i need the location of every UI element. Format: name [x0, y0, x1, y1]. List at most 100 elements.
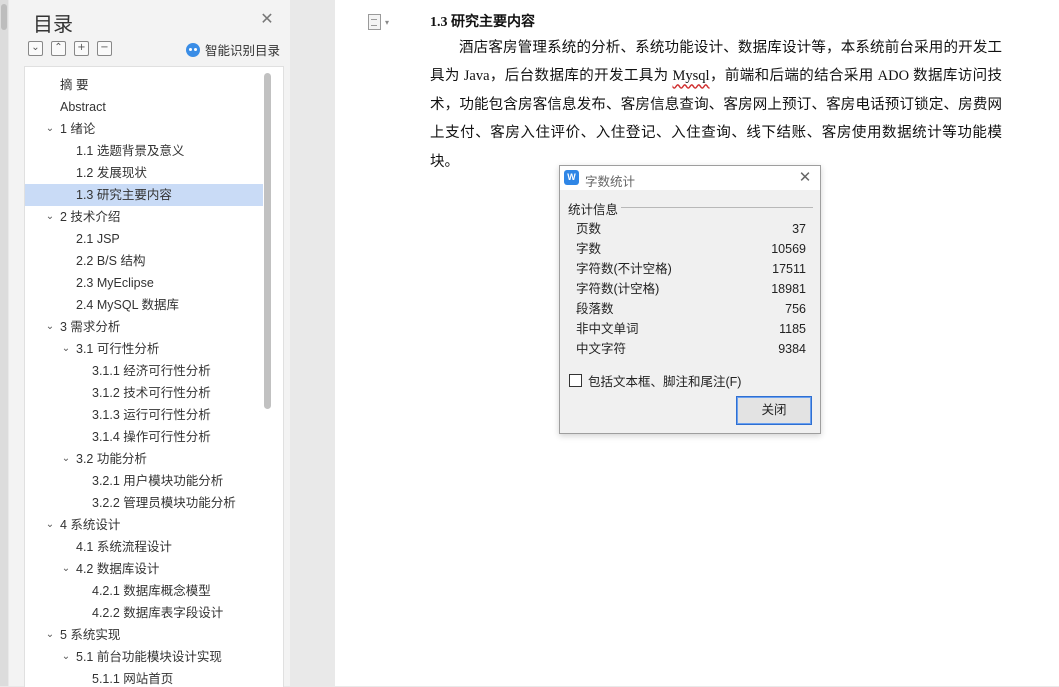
toc-item-label: 2.1 JSP — [76, 232, 120, 246]
toc-item[interactable]: ⌄ 3.2 功能分析 — [25, 448, 263, 470]
stat-value: 37 — [792, 222, 806, 236]
dropdown-arrow-icon: ▾ — [385, 17, 390, 27]
add-icon[interactable]: + — [74, 41, 89, 56]
toc-item[interactable]: 1.3 研究主要内容 — [25, 184, 263, 206]
toc-item[interactable]: ⌄ 4.2 数据库设计 — [25, 558, 263, 580]
toc-item-label: 3.2.2 管理员模块功能分析 — [92, 496, 236, 510]
toc-item-label: 3 需求分析 — [60, 320, 121, 334]
stat-row: 段落数 756 — [576, 299, 806, 319]
dialog-title: 字数统计 — [585, 175, 636, 189]
chevron-down-icon[interactable]: ⌄ — [60, 338, 72, 360]
toc-toolbar: ⌄ ⌃ + − — [28, 41, 112, 57]
checkbox-box[interactable] — [569, 374, 582, 387]
toc-item[interactable]: 3.1.2 技术可行性分析 — [25, 382, 263, 404]
toc-item[interactable]: 4.2.1 数据库概念模型 — [25, 580, 263, 602]
toc-item-label: 2.2 B/S 结构 — [76, 254, 146, 268]
toc-item[interactable]: 4.2.2 数据库表字段设计 — [25, 602, 263, 624]
stat-label: 段落数 — [576, 302, 614, 316]
toc-item-label: Abstract — [60, 100, 106, 114]
toc-title: 目录 — [33, 12, 73, 36]
toc-item[interactable]: 摘 要 — [25, 74, 263, 96]
left-edge-scrollbar[interactable] — [0, 0, 8, 686]
stat-row: 中文字符 9384 — [576, 339, 806, 359]
toc-item-label: 4.1 系统流程设计 — [76, 540, 172, 554]
section-heading: 1.3 研究主要内容 — [430, 15, 535, 30]
stat-value: 9384 — [778, 342, 806, 356]
toc-item-label: 1.2 发展现状 — [76, 166, 147, 180]
chevron-down-icon[interactable]: ⌄ — [44, 206, 56, 228]
stat-value: 1185 — [779, 322, 806, 336]
toc-item[interactable]: ⌄ 2 技术介绍 — [25, 206, 263, 228]
chevron-down-icon[interactable]: ⌄ — [44, 118, 56, 140]
chevron-down-icon[interactable]: ⌄ — [44, 624, 56, 646]
toc-item-label: 3.1.2 技术可行性分析 — [92, 386, 211, 400]
toc-item[interactable]: 3.1.1 经济可行性分析 — [25, 360, 263, 382]
toc-item[interactable]: 2.2 B/S 结构 — [25, 250, 263, 272]
toc-item[interactable]: ⌄ 3.1 可行性分析 — [25, 338, 263, 360]
paragraph-menu-button[interactable]: ▾ — [368, 14, 389, 30]
stat-row: 页数 37 — [576, 219, 806, 239]
toc-item[interactable]: ⌄ 4 系统设计 — [25, 514, 263, 536]
toc-item-label: 4 系统设计 — [60, 518, 121, 532]
checkbox-label: 包括文本框、脚注和尾注(F) — [588, 375, 742, 389]
close-button[interactable]: 关闭 — [736, 396, 812, 425]
toc-item[interactable]: 1.2 发展现状 — [25, 162, 263, 184]
stat-value: 10569 — [771, 242, 806, 256]
chevron-down-icon[interactable]: ⌄ — [60, 646, 72, 668]
toc-item[interactable]: 3.2.1 用户模块功能分析 — [25, 470, 263, 492]
wps-writer-icon: W — [564, 170, 579, 185]
toc-item[interactable]: 3.1.4 操作可行性分析 — [25, 426, 263, 448]
spellcheck-word[interactable]: Mysql — [673, 68, 710, 84]
smart-toc-label: 智能识别目录 — [205, 44, 281, 58]
toc-item[interactable]: ⌄ 1 绪论 — [25, 118, 263, 140]
stat-label: 字符数(计空格) — [576, 282, 660, 296]
toc-item-label: 摘 要 — [60, 78, 89, 92]
stat-label: 页数 — [576, 222, 602, 236]
toc-scrollbar-thumb[interactable] — [264, 73, 271, 409]
toc-item-label: 5.1 前台功能模块设计实现 — [76, 650, 222, 664]
stat-row: 字符数(计空格) 18981 — [576, 279, 806, 299]
stat-value: 17511 — [772, 262, 806, 276]
stat-row: 字符数(不计空格) 17511 — [576, 259, 806, 279]
toc-tree: 摘 要 Abstract ⌄ 1 绪论 1.1 选题背景及意义 1.2 发展现状 1.3 研… — [24, 66, 284, 687]
left-edge-scroll-thumb[interactable] — [1, 4, 7, 30]
toc-item[interactable]: ⌄ 5 系统实现 — [25, 624, 263, 646]
toc-item[interactable]: 4.1 系统流程设计 — [25, 536, 263, 558]
toc-item-label: 1.3 研究主要内容 — [76, 188, 172, 202]
stat-label: 字数 — [576, 242, 602, 256]
toc-item[interactable]: 2.1 JSP — [25, 228, 263, 250]
collapse-all-icon[interactable]: ⌄ — [28, 41, 43, 56]
toc-item[interactable]: 2.3 MyEclipse — [25, 272, 263, 294]
toc-item[interactable]: ⌄ 5.1 前台功能模块设计实现 — [25, 646, 263, 668]
toc-item[interactable]: 2.4 MySQL 数据库 — [25, 294, 263, 316]
toc-close-icon[interactable]: ✕ — [259, 12, 275, 28]
dialog-close-icon[interactable]: ✕ — [796, 169, 814, 187]
dialog-titlebar[interactable]: W 字数统计 ✕ — [560, 166, 820, 190]
toc-item-label: 1 绪论 — [60, 122, 96, 136]
stat-value: 18981 — [771, 282, 806, 296]
body-paragraph[interactable]: 酒店客房管理系统的分析、系统功能设计、数据库设计等，本系统前台采用的开发工具为 … — [430, 34, 1002, 176]
chevron-down-icon[interactable]: ⌄ — [60, 558, 72, 580]
toc-item-label: 3.1.4 操作可行性分析 — [92, 430, 211, 444]
smart-toc-button[interactable]: 智能识别目录 — [186, 40, 280, 59]
chevron-down-icon[interactable]: ⌄ — [44, 316, 56, 338]
toc-item[interactable]: 1.1 选题背景及意义 — [25, 140, 263, 162]
toc-item-label: 5.1.1 网站首页 — [92, 672, 174, 686]
toc-item[interactable]: ⌄ 3 需求分析 — [25, 316, 263, 338]
toc-item[interactable]: 3.1.3 运行可行性分析 — [25, 404, 263, 426]
include-textbox-checkbox[interactable]: 包括文本框、脚注和尾注(F) — [569, 371, 741, 390]
chevron-down-icon[interactable]: ⌄ — [44, 514, 56, 536]
stat-row: 字数 10569 — [576, 239, 806, 259]
expand-up-icon[interactable]: ⌃ — [51, 41, 66, 56]
toc-item[interactable]: 3.2.2 管理员模块功能分析 — [25, 492, 263, 514]
toc-item-label: 2.4 MySQL 数据库 — [76, 298, 180, 312]
word-count-dialog: W 字数统计 ✕ 统计信息 页数 37 字数 10569 字符数(不计空格) 17511 字… — [559, 165, 821, 434]
remove-icon[interactable]: − — [97, 41, 112, 56]
toc-item[interactable]: 5.1.1 网站首页 — [25, 668, 263, 687]
toc-item-label: 4.2.1 数据库概念模型 — [92, 584, 211, 598]
toc-item[interactable]: Abstract — [25, 96, 263, 118]
toc-item-label: 4.2 数据库设计 — [76, 562, 160, 576]
toc-panel: 目录 ✕ ⌄ ⌃ + − 智能识别目录 摘 要 Abstract ⌄ 1 绪论 1.1 选题背… — [9, 0, 290, 687]
chevron-down-icon[interactable]: ⌄ — [60, 448, 72, 470]
toc-item-label: 4.2.2 数据库表字段设计 — [92, 606, 224, 620]
